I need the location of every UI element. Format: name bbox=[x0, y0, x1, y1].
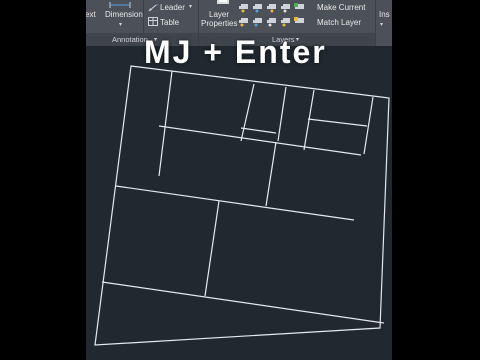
insert-dropdown-icon[interactable]: ▾ bbox=[380, 21, 383, 28]
leader-button[interactable]: Leader bbox=[160, 3, 185, 12]
wall-right-horizontal bbox=[307, 118, 368, 127]
outer-boundary bbox=[94, 65, 390, 346]
layer-properties-label-1[interactable]: Layer bbox=[209, 10, 229, 19]
layer-properties-label-2[interactable]: Properties bbox=[201, 19, 237, 28]
wall-small-horizontal bbox=[240, 127, 277, 134]
annotation-panel-label[interactable]: Annotation bbox=[112, 35, 148, 44]
table-button[interactable]: Table bbox=[160, 18, 179, 27]
layer-properties-icon[interactable] bbox=[216, 0, 230, 7]
wall-lower-horizontal bbox=[101, 281, 385, 324]
dimension-icon[interactable] bbox=[108, 0, 134, 10]
layer-tools-icons-row1[interactable] bbox=[239, 3, 313, 15]
wall-top-vertical-2 bbox=[277, 86, 287, 142]
layer-tools-icons-row2[interactable] bbox=[239, 17, 313, 29]
keyboard-shortcut-caption: MJ + Enter bbox=[144, 34, 327, 70]
text-tool-label[interactable]: ext bbox=[86, 10, 96, 19]
table-icon[interactable] bbox=[148, 17, 158, 28]
dimension-button[interactable]: Dimension bbox=[105, 10, 143, 19]
wall-lower-vertical bbox=[204, 200, 220, 297]
wall-center-vertical bbox=[265, 141, 277, 207]
wall-middle-horizontal bbox=[115, 185, 355, 221]
leader-icon[interactable] bbox=[148, 3, 158, 14]
wall-top-vertical-1 bbox=[240, 83, 255, 142]
floor-plan-drawing bbox=[94, 65, 390, 346]
insert-tool-label[interactable]: Ins bbox=[379, 10, 390, 19]
dimension-dropdown-icon[interactable]: ▾ bbox=[119, 21, 122, 28]
drawing-canvas[interactable] bbox=[86, 46, 392, 360]
match-layer-button[interactable]: Match Layer bbox=[317, 18, 361, 27]
wall-left-vertical bbox=[158, 70, 173, 177]
make-current-button[interactable]: Make Current bbox=[317, 3, 365, 12]
leader-dropdown-icon[interactable]: ▾ bbox=[189, 3, 192, 10]
